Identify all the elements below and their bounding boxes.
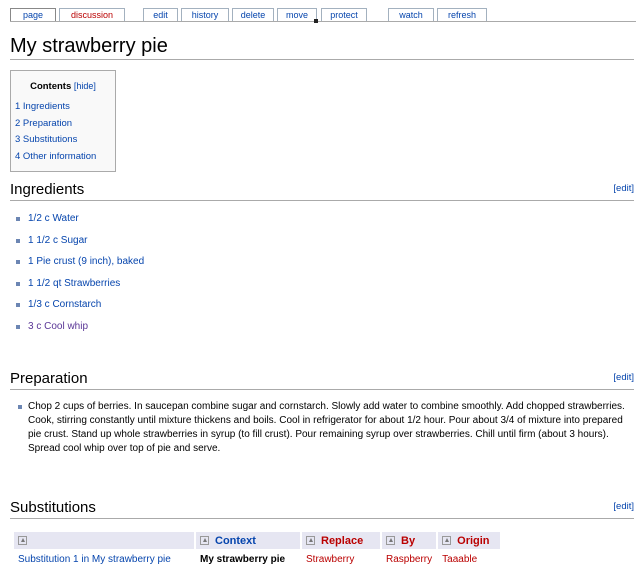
toc-item-substitutions[interactable]: 3 Substitutions xyxy=(15,132,115,149)
tab-history[interactable]: history xyxy=(181,8,229,21)
edit-substitutions-link[interactable]: [edit] xyxy=(613,498,634,516)
toc-item-ingredients[interactable]: 1 Ingredients xyxy=(15,99,115,116)
tab-discussion[interactable]: discussion xyxy=(59,8,125,21)
section-heading-ingredients: Ingredients [edit] xyxy=(10,181,634,201)
ingredient-cornstarch[interactable]: 1/3 c Cornstarch xyxy=(14,298,144,320)
ingredient-pie-crust[interactable]: 1 Pie crust (9 inch), baked xyxy=(14,255,144,277)
sort-icon[interactable] xyxy=(306,536,315,546)
edit-ingredients-link[interactable]: [edit] xyxy=(613,180,634,198)
page-tabs: page discussion edit history delete move… xyxy=(10,8,636,23)
cell-origin[interactable]: Taaable xyxy=(438,551,501,567)
tab-move[interactable]: move xyxy=(277,8,317,21)
tabs-divider xyxy=(10,21,636,22)
tab-delete[interactable]: delete xyxy=(232,8,274,21)
section-heading-preparation: Preparation [edit] xyxy=(10,370,634,390)
toc-hide-link[interactable]: [hide] xyxy=(74,81,96,91)
page-title: My strawberry pie xyxy=(10,34,634,60)
cell-context: My strawberry pie xyxy=(196,551,300,567)
cell-replace[interactable]: Strawberry xyxy=(302,551,380,567)
tab-protect[interactable]: protect xyxy=(321,8,367,21)
tab-edit[interactable]: edit xyxy=(143,8,178,21)
toc-item-other-information[interactable]: 4 Other information xyxy=(15,149,115,166)
column-header-context[interactable]: Context xyxy=(196,532,300,549)
ingredient-water[interactable]: 1/2 c Water xyxy=(14,212,144,234)
sort-icon[interactable] xyxy=(442,536,452,546)
table-row: Substitution 1 in My strawberry pie My s… xyxy=(14,551,501,567)
cell-substitution-name[interactable]: Substitution 1 in My strawberry pie xyxy=(14,551,194,567)
ingredient-sugar[interactable]: 1 1/2 c Sugar xyxy=(14,234,144,256)
section-heading-substitutions: Substitutions [edit] xyxy=(10,499,634,519)
table-of-contents: Contents [hide] 1 Ingredients 2 Preparat… xyxy=(10,70,116,172)
column-header-by[interactable]: By xyxy=(382,532,437,549)
ingredient-cool-whip[interactable]: 3 c Cool whip xyxy=(14,320,144,342)
ingredients-heading: Ingredients xyxy=(10,181,85,198)
cell-by[interactable]: Raspberry xyxy=(382,551,437,567)
toc-list: 1 Ingredients 2 Preparation 3 Substituti… xyxy=(11,99,115,165)
toc-item-preparation[interactable]: 2 Preparation xyxy=(15,116,115,133)
table-header-row: Context Replace By Origin xyxy=(14,532,501,549)
column-header-replace[interactable]: Replace xyxy=(302,532,380,549)
column-header-origin[interactable]: Origin xyxy=(438,532,501,549)
tab-watch[interactable]: watch xyxy=(388,8,434,21)
substitutions-table: Context Replace By Origin Substitution 1… xyxy=(12,530,502,569)
sort-icon[interactable] xyxy=(386,536,395,546)
tab-refresh[interactable]: refresh xyxy=(437,8,487,21)
sort-icon[interactable] xyxy=(200,536,209,546)
sort-icon[interactable] xyxy=(18,536,27,546)
ingredient-list: 1/2 c Water 1 1/2 c Sugar 1 Pie crust (9… xyxy=(14,212,144,341)
edit-preparation-link[interactable]: [edit] xyxy=(613,369,634,387)
marker-icon xyxy=(314,19,318,23)
ingredient-strawberries[interactable]: 1 1/2 qt Strawberries xyxy=(14,277,144,299)
substitutions-heading: Substitutions xyxy=(10,499,96,516)
tab-page[interactable]: page xyxy=(10,8,56,21)
preparation-heading: Preparation xyxy=(10,370,88,387)
preparation-text: Chop 2 cups of berries. In saucepan comb… xyxy=(16,400,632,456)
toc-title: Contents xyxy=(30,81,72,92)
column-header-name[interactable] xyxy=(14,532,194,549)
toc-header: Contents [hide] xyxy=(11,81,115,92)
